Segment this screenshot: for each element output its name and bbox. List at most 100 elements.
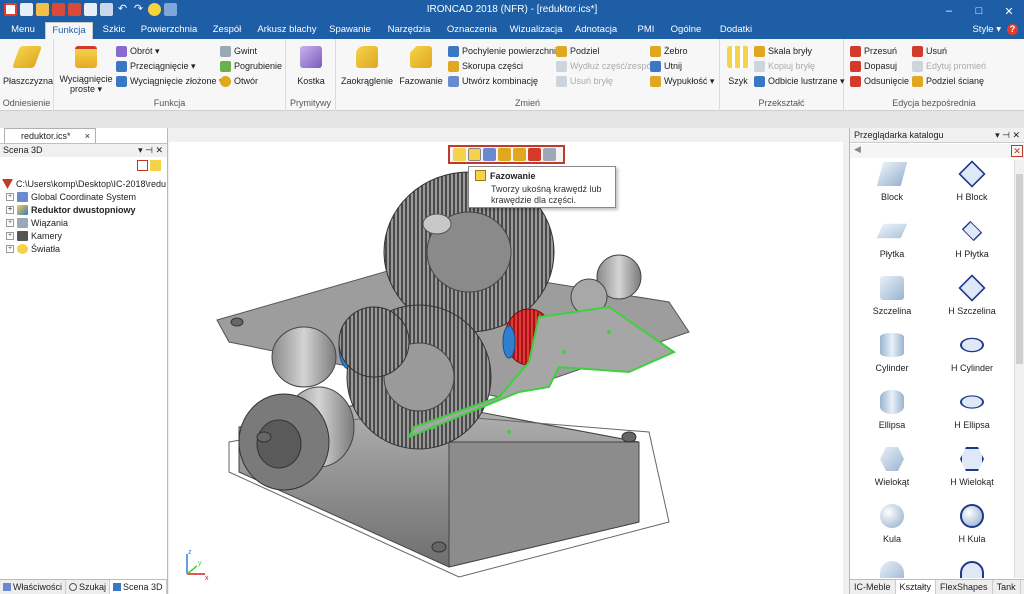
tree-item-swiatla[interactable]: + Światła <box>6 243 60 255</box>
blue-bearing-right[interactable] <box>502 325 516 359</box>
expand-icon[interactable]: + <box>6 245 14 253</box>
usun-button[interactable]: Usuń <box>912 44 947 58</box>
3d-viewport[interactable]: z x y Fazowanie Tworzy ukośną krawędź lu… <box>169 142 843 594</box>
help-icon[interactable]: ? <box>1007 24 1018 35</box>
close-button[interactable]: ✕ <box>994 0 1024 22</box>
gwint-button[interactable]: Gwint <box>220 44 257 58</box>
small-gear[interactable] <box>338 306 410 378</box>
left-bearing-cap[interactable] <box>271 326 337 388</box>
tab-narzedzia[interactable]: Narzędzia <box>384 22 434 39</box>
kopiuj-button[interactable]: Kopiuj bryłę <box>754 59 815 73</box>
odbicie-button[interactable]: Odbicie lustrzane ▾ <box>754 74 845 88</box>
kombinacja-button[interactable]: Utwórz kombinację <box>448 74 538 88</box>
catalog-item[interactable] <box>852 559 932 578</box>
catalog-item[interactable]: Cylinder <box>852 331 932 388</box>
catalog-item[interactable] <box>932 559 1012 578</box>
odsuniecie-button[interactable]: Odsunięcie <box>850 74 909 88</box>
tab-szkic[interactable]: Szkic <box>96 22 132 39</box>
skala-button[interactable]: Skala bryły <box>754 44 812 58</box>
plaszczyzna-button[interactable]: Płaszczyzna <box>3 42 53 86</box>
szyk-button[interactable]: Szyk <box>724 42 752 86</box>
catalog-item[interactable]: H Cylinder <box>932 331 1012 388</box>
kostka-button[interactable]: Kostka <box>290 42 332 86</box>
tab-adnotacja[interactable]: Adnotacja <box>572 22 620 39</box>
edytuj-promien-button[interactable]: Edytuj promień <box>912 59 986 73</box>
minimize-button[interactable]: – <box>934 0 964 22</box>
wyciagniecie-button[interactable]: Wyciągnięcie proste ▾ <box>58 42 114 94</box>
przeciagniecie-button[interactable]: Przeciągnięcie ▾ <box>116 59 196 73</box>
housing-front[interactable] <box>448 441 640 568</box>
zebro-button[interactable]: Żebro <box>650 44 688 58</box>
pogrubienie-button[interactable]: Pogrubienie <box>220 59 282 73</box>
obrot-button[interactable]: Obrót ▾ <box>116 44 160 58</box>
draft-tool-icon[interactable] <box>483 148 496 161</box>
tab-flexshapes[interactable]: FlexShapes <box>936 580 993 594</box>
tab-spawanie[interactable]: Spawanie <box>326 22 374 39</box>
dopasuj-button[interactable]: Dopasuj <box>850 59 897 73</box>
document-tab[interactable]: reduktor.ics* × <box>4 128 96 143</box>
scene-header-controls[interactable]: ▾ ⊣ ✕ <box>138 144 163 157</box>
gearbox-model[interactable] <box>169 142 843 594</box>
tab-funkcja[interactable]: Funkcja <box>45 22 93 39</box>
tree-item-reduktor[interactable]: + Reduktor dwustopniowy <box>6 204 136 216</box>
tree-item-path[interactable]: C:\Users\komp\Desktop\IC-2018\redu <box>2 178 166 190</box>
expand-icon[interactable]: + <box>6 206 14 214</box>
skorupa-button[interactable]: Skorupa części <box>448 59 523 73</box>
catalog-item[interactable]: H Wielokąt <box>932 445 1012 502</box>
tab-wlasciwosci[interactable]: Właściwości <box>0 580 67 594</box>
tab-ogolne[interactable]: Ogólne <box>666 22 706 39</box>
top-cap[interactable] <box>422 213 452 235</box>
utnij-button[interactable]: Utnij <box>650 59 682 73</box>
tab-szukaj[interactable]: Szukaj <box>66 580 111 594</box>
tab-ic-meble[interactable]: IC-Meble <box>850 580 896 594</box>
otwor-button[interactable]: Otwór <box>220 74 258 88</box>
tab-tank[interactable]: Tank <box>993 580 1021 594</box>
tab-pmi[interactable]: PMI <box>632 22 660 39</box>
expand-icon[interactable]: + <box>6 219 14 227</box>
tab-arkusz-blachy[interactable]: Arkusz blachy <box>254 22 320 39</box>
expand-icon[interactable]: + <box>6 232 14 240</box>
catalog-item[interactable]: Płytka <box>852 217 932 274</box>
back-icon[interactable]: ◀ <box>854 144 861 155</box>
tab-ksztalty[interactable]: Kształty <box>895 580 937 594</box>
przesun-button[interactable]: Przesuń <box>850 44 897 58</box>
catalog-item[interactable]: Ellipsa <box>852 388 932 445</box>
catalog-item[interactable]: Block <box>852 160 932 217</box>
chamfer-tool-icon[interactable] <box>468 148 481 161</box>
catalog-item[interactable]: H Kula <box>932 502 1012 559</box>
tab-wizualizacja[interactable]: Wizualizacja <box>507 22 565 39</box>
zaokraglenie-button[interactable]: Zaokrąglenie <box>340 42 394 86</box>
expand-icon[interactable]: + <box>6 193 14 201</box>
maximize-button[interactable]: □ <box>964 0 994 22</box>
podziel-button[interactable]: Podziel <box>556 44 600 58</box>
wypuklosc-button[interactable]: Wypukłość ▾ <box>650 74 714 88</box>
document-close-icon[interactable]: × <box>85 129 90 143</box>
wydluz-button[interactable]: Wydłuż część/zespół <box>556 59 653 73</box>
catalog-item[interactable]: Szczelina <box>852 274 932 331</box>
usun-bryle-button[interactable]: Usuń bryłę <box>556 74 613 88</box>
tab-menu[interactable]: Menu <box>6 22 40 39</box>
pochylenie-button[interactable]: Pochylenie powierzchni <box>448 44 556 58</box>
podziel-sciane-button[interactable]: Podziel ścianę <box>912 74 984 88</box>
scrollbar-thumb[interactable] <box>1016 174 1023 364</box>
options-tool-icon[interactable] <box>543 148 556 161</box>
tab-dodatki[interactable]: Dodatki <box>714 22 758 39</box>
tree-item-coordinate-system[interactable]: + Global Coordinate System <box>6 191 136 203</box>
catalog-item[interactable]: H Płytka <box>932 217 1012 274</box>
rib-tool-icon[interactable] <box>513 148 526 161</box>
tab-zespol[interactable]: Zespół <box>208 22 246 39</box>
catalog-item[interactable]: Wielokąt <box>852 445 932 502</box>
close-catalog-icon[interactable]: ✕ <box>1011 145 1023 157</box>
style-dropdown[interactable]: Style ▾ <box>972 24 1001 35</box>
new-scene-icon[interactable] <box>150 160 161 171</box>
catalog-header-controls[interactable]: ▾ ⊣ ✕ <box>995 128 1020 143</box>
catalog-item[interactable]: H Szczelina <box>932 274 1012 331</box>
tab-scena-3d[interactable]: Scena 3D <box>110 580 167 594</box>
catalog-item[interactable]: Kula <box>852 502 932 559</box>
close-scene-icon[interactable] <box>137 160 148 171</box>
tab-powierzchnia[interactable]: Powierzchnia <box>138 22 200 39</box>
tab-oznaczenia[interactable]: Oznaczenia <box>444 22 500 39</box>
wyciagniecie-zlozone-button[interactable]: Wyciągnięcie złożone ▾ <box>116 74 223 88</box>
fazowanie-button[interactable]: Fazowanie <box>398 42 444 86</box>
catalog-item[interactable]: H Block <box>932 160 1012 217</box>
